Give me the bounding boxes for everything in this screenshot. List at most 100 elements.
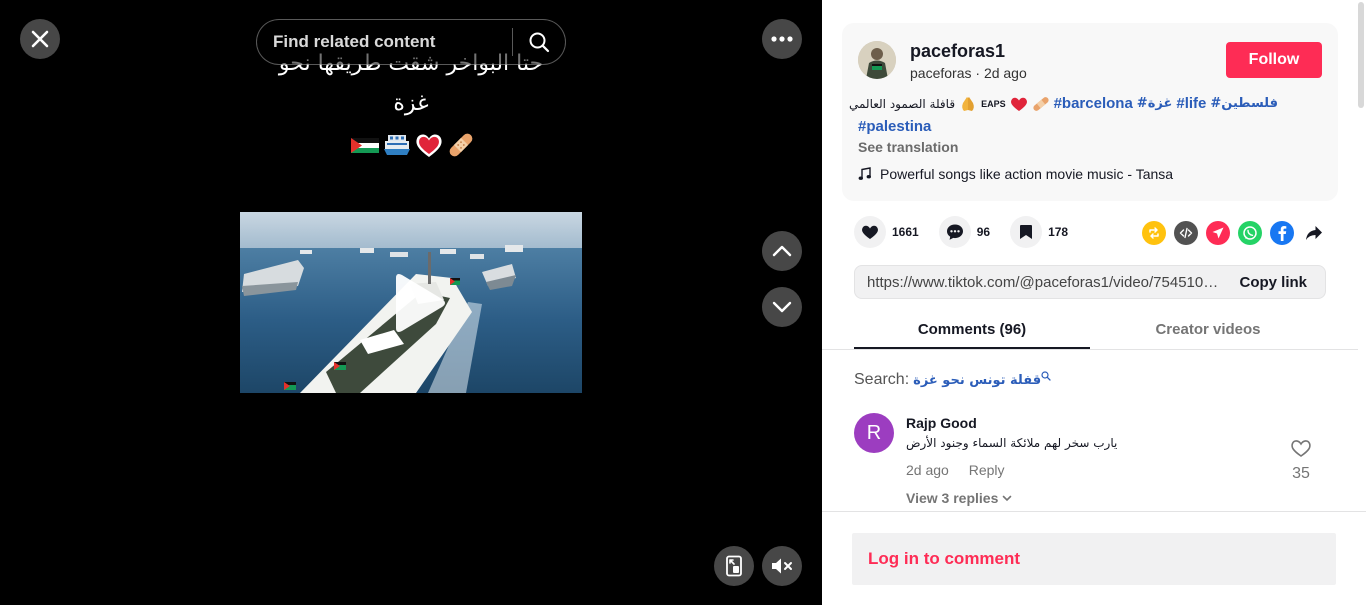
share-options [1142, 221, 1326, 245]
heart-icon [416, 134, 442, 157]
save-icon-wrap [1010, 216, 1043, 248]
send-to-friends-button[interactable] [1206, 221, 1230, 245]
comment-time: 2d ago [906, 462, 949, 478]
avatar[interactable] [858, 41, 896, 79]
praying-hands-icon [962, 96, 974, 111]
tab-comments[interactable]: Comments (96) [854, 313, 1090, 349]
comment-like-count: 35 [1292, 465, 1310, 482]
like-icon-wrap [854, 216, 886, 248]
view-replies-label: View 3 replies [906, 490, 999, 506]
whatsapp-icon [1243, 226, 1257, 240]
tab-creator-videos[interactable]: Creator videos [1090, 313, 1326, 349]
video-player: حتا البواخر شقت طريقها نحو غزة [0, 0, 822, 605]
like-count: 1661 [892, 225, 919, 239]
related-search-input[interactable] [257, 20, 512, 64]
save-count: 178 [1048, 225, 1069, 239]
search-label: Search: [854, 371, 910, 388]
heart-outline-icon [1291, 440, 1311, 457]
red-heart-icon [1010, 97, 1027, 111]
music-title: Powerful songs like action movie music -… [880, 166, 1174, 182]
heart-icon [862, 225, 878, 239]
hashtag-life[interactable]: #life [1176, 95, 1206, 112]
side-panel: paceforas1 paceforas · 2d ago Follow قاف… [822, 0, 1366, 605]
comment-text: يارب سخر لهم ملائكة السماء وجنود الأرض [906, 436, 1118, 450]
like-button[interactable]: 1661 [854, 216, 919, 248]
picture-in-picture-button[interactable] [714, 546, 754, 586]
ship-icon [384, 135, 410, 155]
tabs-divider [822, 349, 1358, 350]
repost-button[interactable] [1142, 221, 1166, 245]
comment-icon-wrap [938, 216, 971, 248]
comment-like-button[interactable]: 35 [1288, 438, 1314, 483]
hashtag-palestina[interactable]: #palestina [858, 118, 931, 135]
more-share-button[interactable] [1302, 221, 1326, 245]
palestine-flag-icon [351, 138, 379, 153]
music-link[interactable]: Powerful songs like action movie music -… [858, 166, 1173, 182]
save-button[interactable]: 178 [1010, 216, 1068, 248]
bandage-small-icon [1032, 96, 1049, 111]
reply-button[interactable]: Reply [969, 462, 1005, 478]
previous-video-button[interactable] [762, 231, 802, 271]
comment-tabs: Comments (96) Creator videos [854, 313, 1326, 349]
comment-button[interactable]: 96 [938, 216, 991, 248]
music-note-icon [858, 167, 871, 180]
facebook-share-button[interactable] [1270, 221, 1294, 245]
comment-search-suggestion[interactable]: Search: قفلة تونس نحو غزة [854, 371, 1051, 389]
video-thumbnail[interactable] [240, 212, 582, 393]
hashtag-barcelona[interactable]: #barcelona [1054, 95, 1133, 112]
chevron-up-icon [772, 245, 792, 257]
description-text: قافلة الصمود العالمي [848, 96, 956, 111]
caption-emojis [350, 130, 476, 160]
hashtag-palestine-ar[interactable]: #فلسطين [1210, 96, 1278, 111]
next-video-button[interactable] [762, 287, 802, 327]
comment-meta: 2d ago Reply [906, 462, 1005, 478]
mute-button[interactable] [762, 546, 802, 586]
volume-muted-icon [772, 558, 792, 574]
caption-line-2: غزة [393, 91, 429, 116]
post-date: 2d ago [983, 65, 1027, 81]
facebook-icon [1278, 226, 1287, 241]
post-info-card: paceforas1 paceforas · 2d ago Follow قاف… [842, 23, 1338, 201]
play-icon [396, 274, 445, 332]
comments-divider [822, 511, 1366, 512]
bandage-icon [449, 133, 473, 157]
meta-separator: · [975, 65, 984, 81]
video-link-text[interactable]: https://www.tiktok.com/@paceforas1/video… [855, 274, 1221, 291]
video-link-box: https://www.tiktok.com/@paceforas1/video… [854, 265, 1326, 299]
follow-button[interactable]: Follow [1226, 42, 1322, 78]
mini-player-icon [726, 555, 742, 577]
search-small-icon [1041, 371, 1051, 381]
embed-code-icon [1179, 227, 1193, 239]
more-options-button[interactable] [762, 19, 802, 59]
login-to-comment-button[interactable]: Log in to comment [852, 533, 1336, 585]
post-author-name[interactable]: paceforas1 [910, 41, 1005, 62]
comment-avatar[interactable]: R [854, 413, 894, 453]
post-author-handle: paceforas [910, 65, 972, 81]
post-author-meta: paceforas · 2d ago [910, 65, 1027, 81]
comment-author[interactable]: Rajp Good [906, 415, 977, 431]
close-button[interactable] [20, 19, 60, 59]
hashtag-gaza[interactable]: #غزة [1137, 96, 1173, 111]
whatsapp-share-button[interactable] [1238, 221, 1262, 245]
avatar-image [858, 41, 896, 79]
bookmark-icon [1020, 225, 1033, 239]
comment-item: R Rajp Good يارب سخر لهم ملائكة السماء و… [854, 412, 1326, 510]
engagement-bar: 1661 96 178 [854, 216, 1068, 248]
search-icon [529, 32, 550, 53]
search-button[interactable] [513, 20, 565, 64]
paper-plane-icon [1212, 227, 1224, 239]
see-translation-link[interactable]: See translation [858, 139, 958, 155]
login-to-comment-label: Log in to comment [868, 549, 1021, 568]
close-icon [31, 30, 49, 48]
post-description: قافلة الصمود العالمي EAPS #barcelona #غز… [849, 95, 1278, 112]
repost-icon [1149, 227, 1159, 239]
comment-count: 96 [976, 225, 991, 239]
description-badge: EAPS [981, 98, 1006, 109]
copy-link-button[interactable]: Copy link [1221, 274, 1325, 291]
search-term: قفلة تونس نحو غزة [913, 372, 1042, 388]
share-arrow-icon [1306, 226, 1322, 240]
embed-button[interactable] [1174, 221, 1198, 245]
related-search-bar [256, 19, 566, 65]
scrollbar[interactable] [1358, 2, 1364, 108]
view-replies-button[interactable]: View 3 replies [906, 490, 1012, 506]
